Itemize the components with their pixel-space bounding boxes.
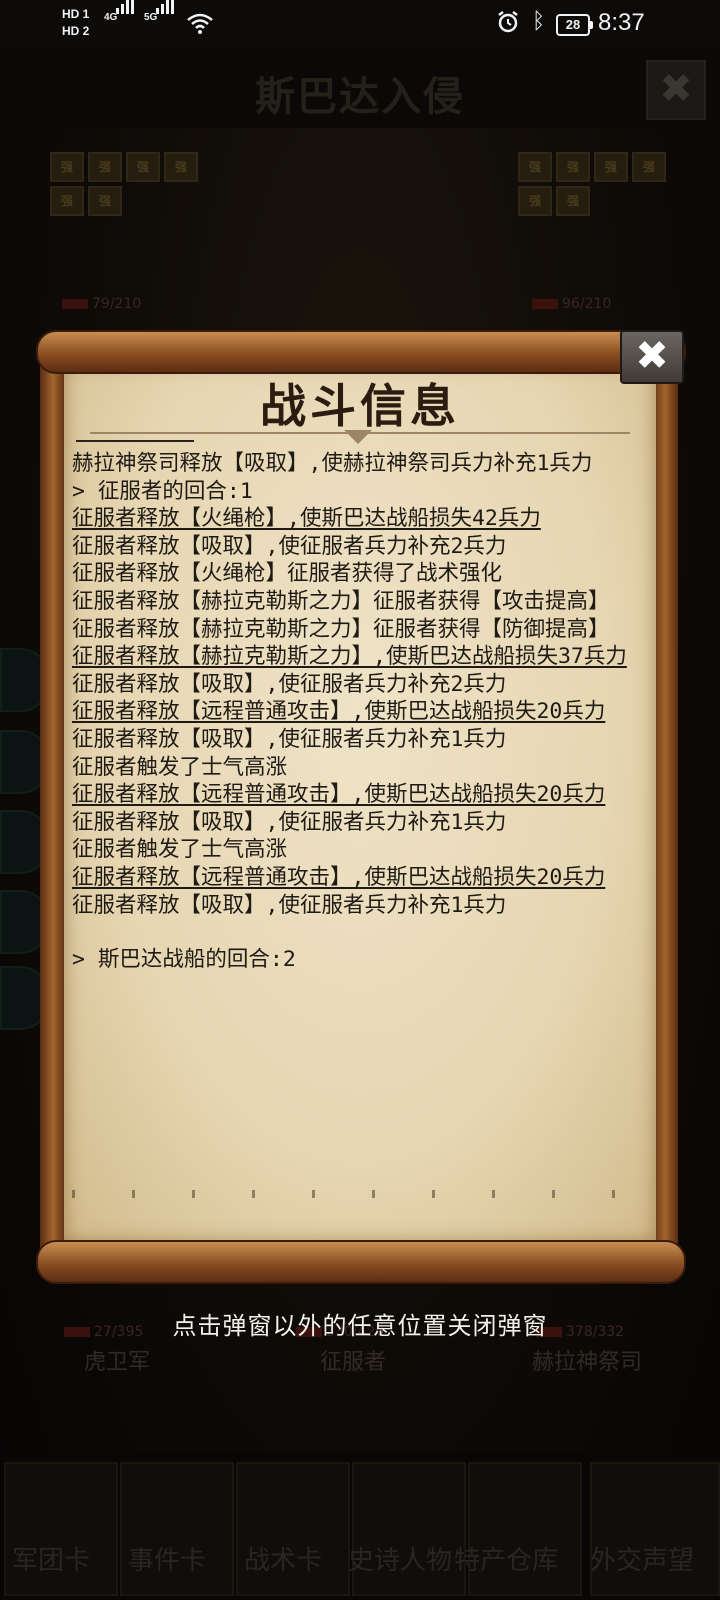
log-fade-line (72, 1190, 642, 1198)
log-line: 征服者触发了士气高涨 (72, 837, 288, 863)
bluetooth-icon: ᛒ (532, 8, 546, 33)
dialog-title: 战斗信息 (260, 379, 460, 433)
log-line: > 斯巴达战船的回合:2 (72, 947, 296, 973)
hd2-label: HD 2 (62, 24, 90, 38)
hd1-label: HD 1 (62, 7, 90, 21)
log-line: 征服者释放【吸取】,使征服者兵力补充1兵力 (72, 726, 507, 752)
log-line: 征服者触发了士气高涨 (72, 754, 288, 780)
log-line: 征服者释放【赫拉克勒斯之力】征服者获得【攻击提高】 (72, 588, 610, 614)
log-top-rule (76, 440, 194, 442)
sim-indicators: HD 1 HD 2 (62, 6, 89, 40)
scroll-left-edge (40, 350, 66, 1256)
battle-log-list: 赫拉神祭司释放【吸取】,使赫拉神祭司兵力补充1兵力 > 征服者的回合:1 征服者释放… (72, 450, 644, 974)
alarm-icon (498, 11, 518, 33)
log-line: 征服者释放【赫拉克勒斯之力】征服者获得【防御提高】 (72, 616, 610, 642)
log-line: 征服者释放【远程普通攻击】,使斯巴达战船损失20兵力 (72, 699, 606, 725)
battery-icon: 28 (556, 14, 593, 36)
log-line: 征服者释放【赫拉克勒斯之力】,使斯巴达战船损失37兵力 (72, 644, 627, 670)
clock: 8:37 (598, 9, 645, 36)
wifi-icon (187, 13, 213, 34)
battle-log[interactable]: 赫拉神祭司释放【吸取】,使赫拉神祭司兵力补充1兵力 > 征服者的回合:1 征服者释放… (72, 440, 644, 1200)
log-line: 征服者释放【远程普通攻击】,使斯巴达战船损失20兵力 (72, 782, 606, 808)
close-icon: ✖ (635, 333, 669, 379)
log-line: 征服者释放【远程普通攻击】,使斯巴达战船损失20兵力 (72, 864, 606, 890)
scroll-bottom-roll (36, 1240, 686, 1284)
log-line: 征服者释放【火绳枪】征服者获得了战术强化 (72, 561, 503, 587)
log-line: 征服者释放【吸取】,使征服者兵力补充1兵力 (72, 892, 507, 918)
status-bar: HD 1 HD 2 4G 5G ᛒ 28 8:37 (0, 0, 720, 48)
log-line: > 征服者的回合:1 (72, 478, 253, 504)
scroll-top-roll (36, 330, 686, 374)
close-hint: 点击弹窗以外的任意位置关闭弹窗 (172, 1312, 548, 1340)
log-line: 征服者释放【吸取】,使征服者兵力补充2兵力 (72, 671, 507, 697)
log-line: 征服者释放【火绳枪】,使斯巴达战船损失42兵力 (72, 506, 541, 532)
log-line: 征服者释放【吸取】,使征服者兵力补充2兵力 (72, 533, 507, 559)
log-line: 赫拉神祭司释放【吸取】,使赫拉神祭司兵力补充1兵力 (72, 451, 593, 476)
log-line: 征服者释放【吸取】,使征服者兵力补充1兵力 (72, 809, 507, 835)
close-button[interactable]: ✖ (620, 330, 684, 384)
